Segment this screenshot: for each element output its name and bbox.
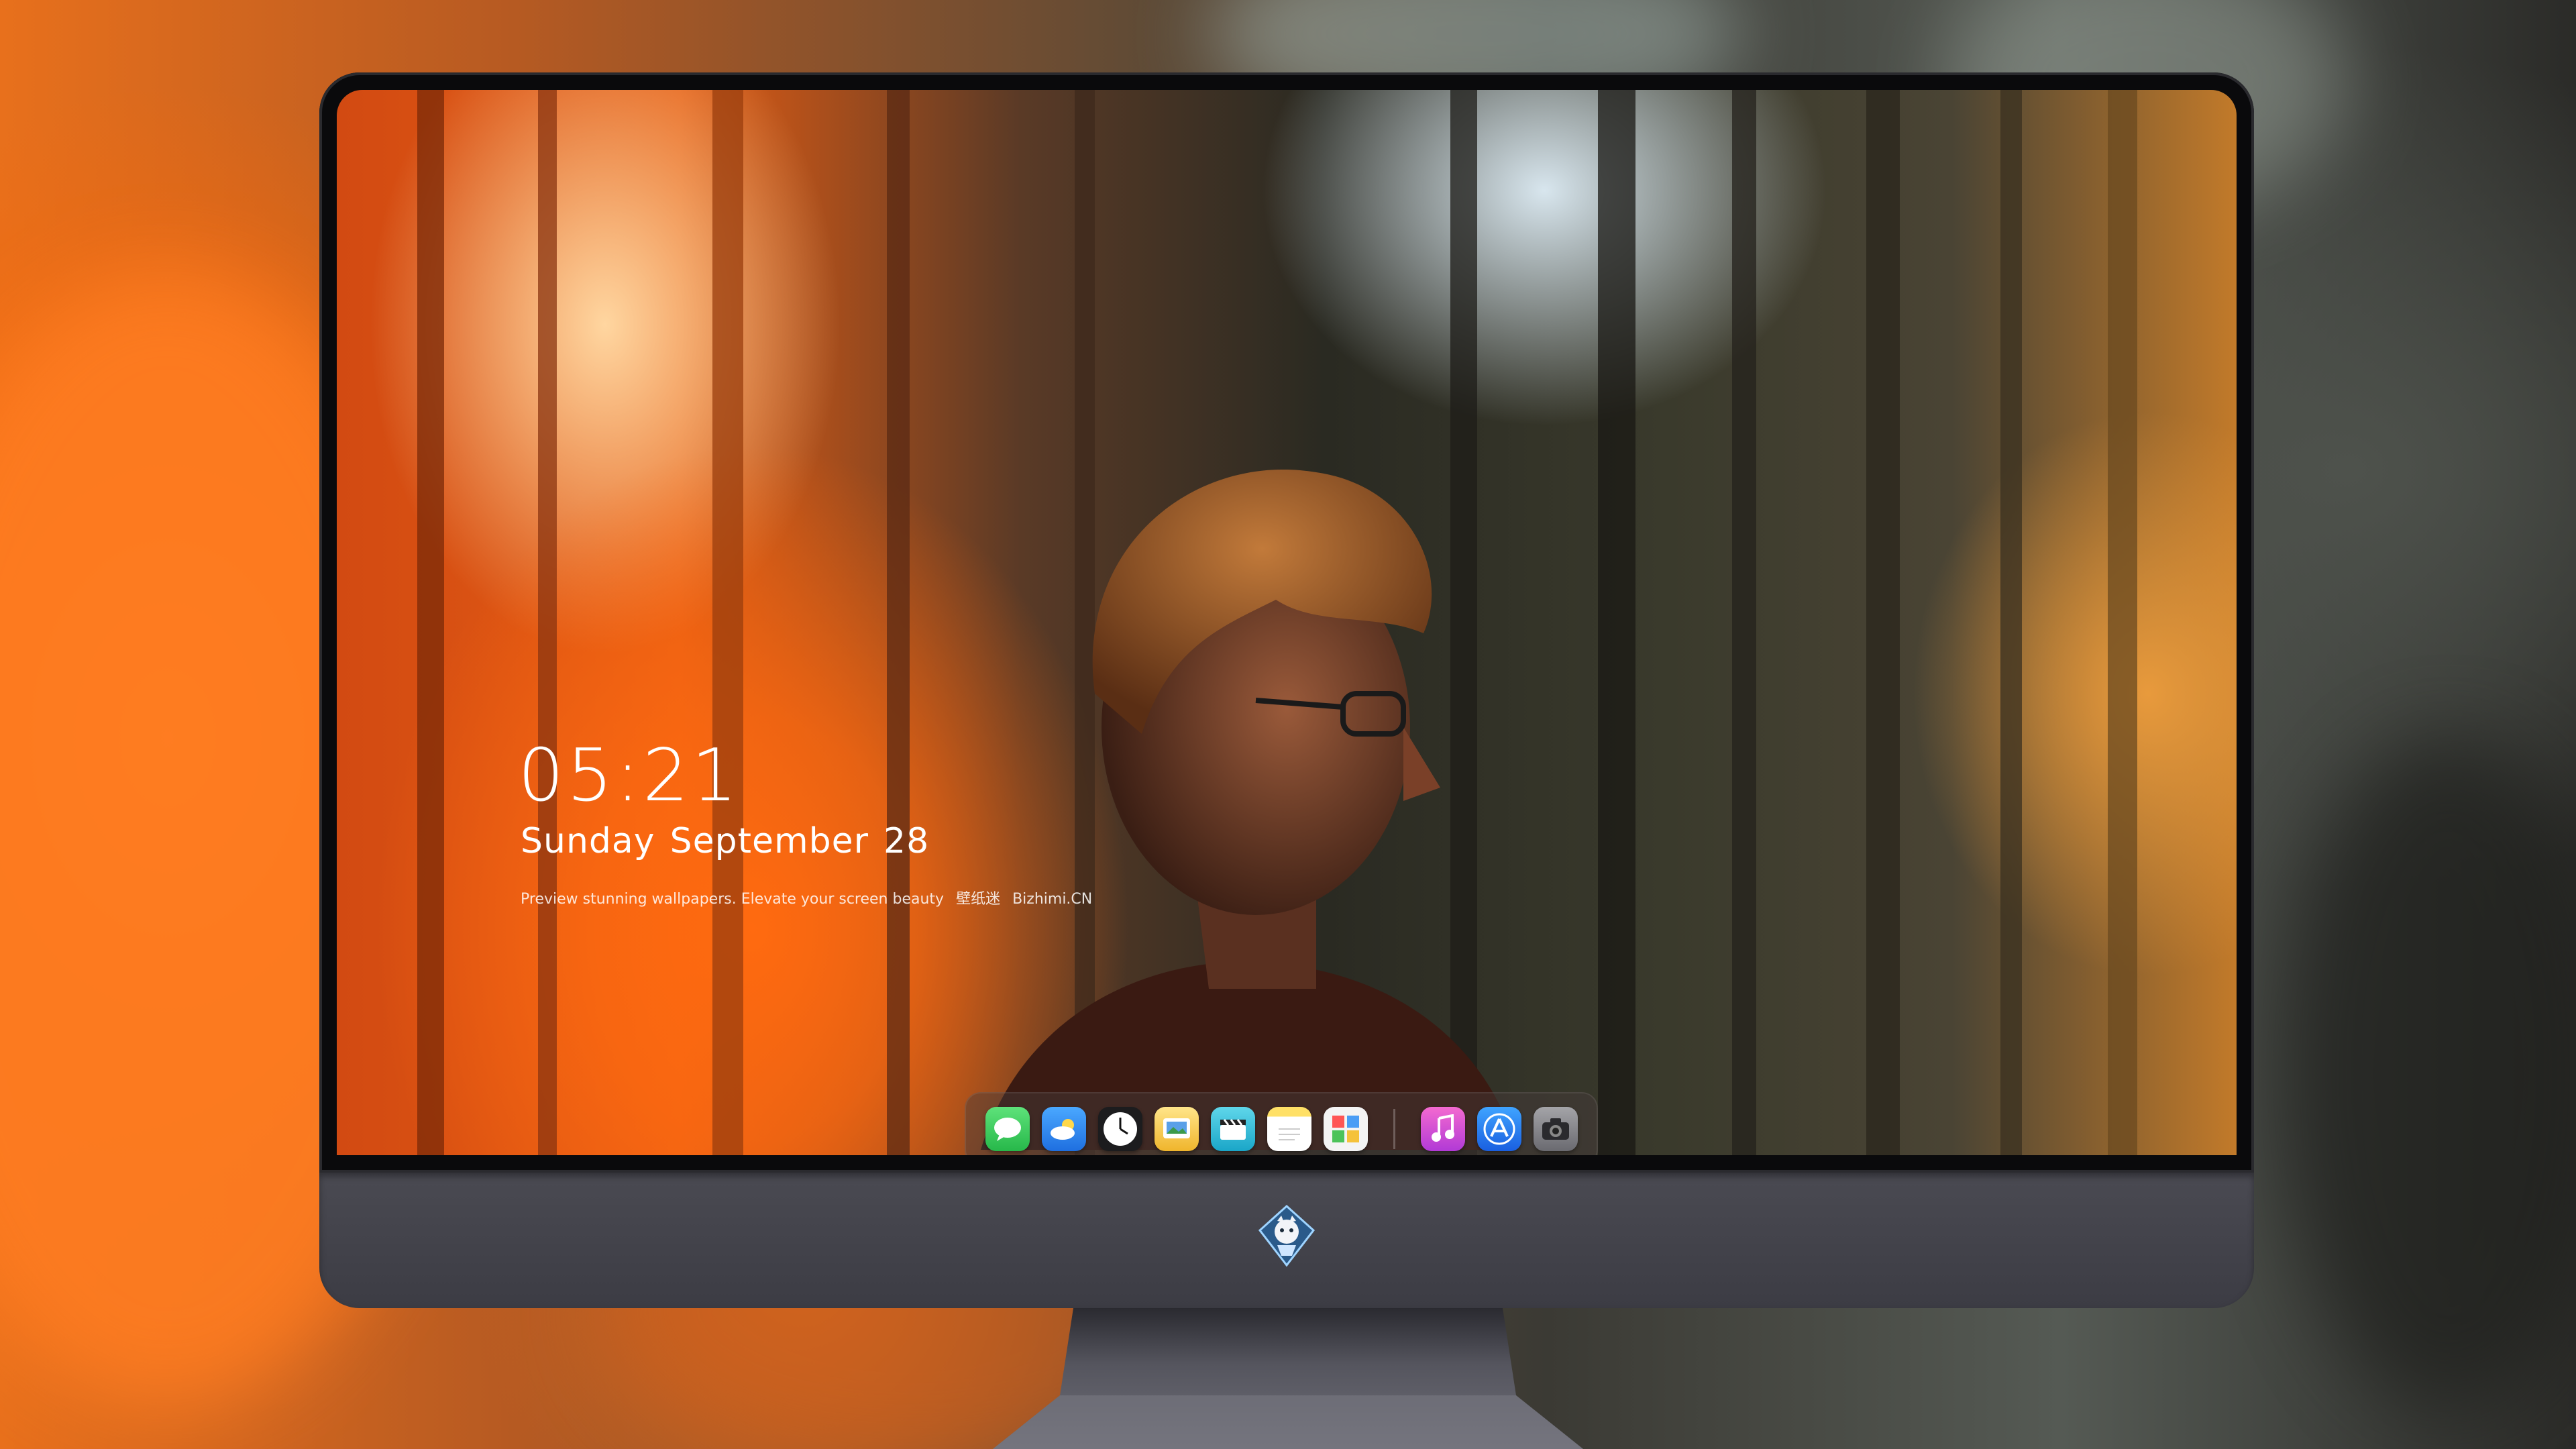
desktop-background: 05:21 Sunday September 28 Preview stunning… xyxy=(0,0,2576,1449)
photo-viewer-icon[interactable] xyxy=(1154,1107,1199,1151)
photo-grid-icon[interactable] xyxy=(1323,1107,1368,1151)
dock-separator xyxy=(1393,1109,1395,1149)
lock-screen-time: 05:21 xyxy=(518,734,741,818)
background-blur-dark xyxy=(2281,738,2576,1409)
person-profile-image xyxy=(981,469,1517,1150)
date-weekday: Sunday xyxy=(521,821,655,861)
monitor: 05:21 Sunday September 28 Preview stunning… xyxy=(319,72,2254,1308)
tree-trunk xyxy=(1866,90,1900,1155)
screen: 05:21 Sunday September 28 Preview stunning… xyxy=(337,90,2237,1155)
lock-screen-date: Sunday September 28 xyxy=(521,821,944,861)
tree-trunk xyxy=(417,90,444,1155)
wallpaper-tagline: Preview stunning wallpapers. Elevate you… xyxy=(521,887,1104,908)
music-note-icon[interactable] xyxy=(1420,1107,1465,1151)
mascot-logo-icon xyxy=(1258,1204,1316,1267)
tree-trunk xyxy=(712,90,743,1155)
tagline-brand-url: Bizhimi.CN xyxy=(1012,891,1093,908)
tree-trunk xyxy=(538,90,557,1155)
tree-trunk xyxy=(2108,90,2137,1155)
cloud-sun-icon[interactable] xyxy=(1041,1107,1086,1151)
monitor-bezel: 05:21 Sunday September 28 Preview stunning… xyxy=(319,72,2254,1173)
message-bubble-icon[interactable] xyxy=(985,1107,1030,1151)
dock xyxy=(965,1092,1598,1155)
date-day: 28 xyxy=(883,821,930,861)
tree-trunk xyxy=(1598,90,1635,1155)
tagline-brand-cn: 壁纸迷 xyxy=(956,891,1001,908)
date-month: September xyxy=(669,821,869,861)
app-store-icon[interactable] xyxy=(1477,1107,1521,1151)
clock-icon[interactable] xyxy=(1097,1107,1142,1151)
tree-trunk xyxy=(2000,90,2022,1155)
monitor-stand xyxy=(993,1308,1583,1449)
tree-trunk xyxy=(887,90,910,1155)
tagline-text: Preview stunning wallpapers. Elevate you… xyxy=(521,891,945,908)
notes-icon[interactable] xyxy=(1267,1107,1311,1151)
tree-trunk xyxy=(1732,90,1756,1155)
camera-icon[interactable] xyxy=(1533,1107,1578,1151)
clapperboard-icon[interactable] xyxy=(1210,1107,1255,1151)
